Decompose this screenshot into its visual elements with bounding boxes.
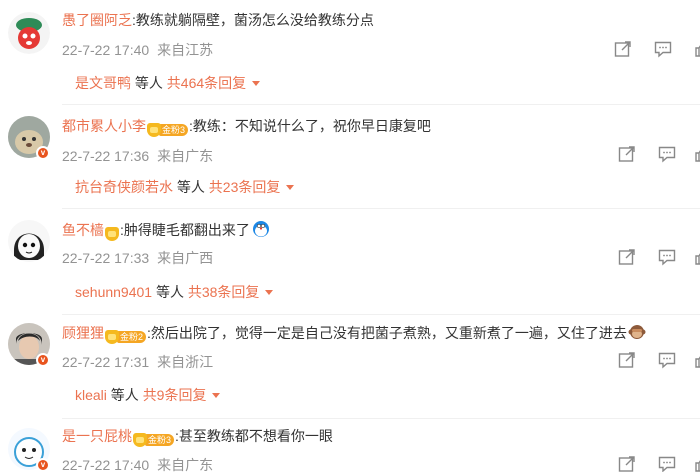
comment-text: :教练：不知说什么了，祝你早日康复吧 — [189, 118, 431, 134]
avatar[interactable] — [8, 12, 50, 54]
comment-text: :肿得睫毛都翻出来了 — [120, 222, 250, 238]
reply-summary[interactable]: sehunn9401 等人 共38条回复 — [75, 282, 274, 302]
reply-etc: 等人 — [106, 387, 143, 403]
comment-content: 鱼不樯 :肿得睫毛都翻出来了 — [62, 220, 270, 243]
reply-username[interactable]: kleali — [75, 387, 107, 403]
like-icon[interactable] — [694, 145, 700, 163]
comment-actions — [614, 455, 700, 472]
fan-badge: 金粉3 — [147, 119, 189, 139]
reply-count[interactable]: 共9条回复 — [143, 387, 207, 403]
comment-content: 愚了圈阿乏:教练就躺隔壁，菌汤怎么没给教练分点 — [62, 10, 374, 30]
comment-item: v 是一只屁桃 金粉3:甚至教练都不想看你一眼 22-7-22 17:40 来自广… — [0, 424, 700, 472]
comment-item: v 顾狸狸 金粉2:然后出院了，觉得一定是自己没有把菌子煮熟，又重新煮了一遍，又住… — [0, 320, 700, 424]
comment-username[interactable]: 是一只屁桃 — [62, 428, 132, 444]
comment-actions — [614, 145, 700, 165]
fan-badge: 金粉2 — [105, 326, 147, 346]
divider — [62, 418, 700, 419]
comment-meta: 22-7-22 17:36 来自广东 — [62, 146, 213, 166]
divider — [62, 104, 700, 105]
comment-location: 来自广东 — [157, 457, 214, 472]
comment-content: 都市累人小李 金粉3:教练：不知说什么了，祝你早日康复吧 — [62, 116, 431, 139]
divider — [62, 208, 700, 209]
verified-badge-icon: v — [36, 458, 50, 472]
chevron-down-icon[interactable] — [212, 393, 221, 398]
comment-location: 来自江苏 — [157, 42, 214, 58]
comment-meta: 22-7-22 17:33 来自广西 — [62, 248, 213, 268]
verified-badge-icon: v — [36, 146, 50, 160]
comment-item: 鱼不樯 :肿得睫毛都翻出来了 22-7-22 17:33 来自广西 sehunn9… — [0, 216, 700, 320]
fan-level: 金粉3 — [159, 124, 189, 137]
doraemon-emoji-icon — [252, 221, 269, 237]
share-icon[interactable] — [618, 351, 636, 369]
reply-count[interactable]: 共464条回复 — [167, 75, 246, 91]
chevron-down-icon[interactable] — [252, 81, 261, 86]
reply-count[interactable]: 共38条回复 — [188, 284, 260, 300]
comment-item: v 都市累人小李 金粉3:教练：不知说什么了，祝你早日康复吧 22-7-22 17… — [0, 108, 700, 216]
comment-content: 顾狸狸 金粉2:然后出院了，觉得一定是自己没有把菌子煮熟，又重新煮了一遍，又住了进… — [62, 323, 646, 346]
comment-text: :甚至教练都不想看你一眼 — [175, 428, 333, 444]
comment-location: 来自广西 — [157, 250, 214, 266]
reply-etc: 等人 — [152, 284, 188, 300]
comment-username[interactable]: 愚了圈阿乏 — [62, 12, 132, 28]
comment-time: 22-7-22 17:33 — [62, 250, 150, 266]
like-icon[interactable] — [694, 455, 700, 472]
divider — [62, 314, 700, 315]
comment-meta: 22-7-22 17:40 来自江苏 — [62, 40, 213, 60]
comment-actions — [614, 40, 700, 60]
chevron-down-icon[interactable] — [265, 290, 274, 295]
fan-badge: 金粉3 — [133, 429, 175, 449]
like-icon[interactable] — [694, 40, 700, 58]
comment-time: 22-7-22 17:40 — [62, 457, 150, 472]
comment-icon[interactable] — [658, 351, 676, 369]
fan-badge — [105, 223, 119, 243]
reply-username[interactable]: 抗台奇侠颜若水 — [75, 179, 173, 195]
comment-username[interactable]: 鱼不樯 — [62, 222, 104, 238]
comment-location: 来自广东 — [157, 148, 214, 164]
share-icon[interactable] — [618, 248, 636, 266]
comment-actions — [614, 248, 700, 268]
comment-icon[interactable] — [658, 455, 676, 472]
monkey-emoji-icon — [628, 325, 646, 339]
comment-actions — [614, 351, 700, 371]
comment-meta: 22-7-22 17:40 来自广东 — [62, 455, 213, 472]
comment-time: 22-7-22 17:40 — [62, 42, 150, 58]
chevron-down-icon[interactable] — [286, 185, 295, 190]
like-icon[interactable] — [694, 248, 700, 266]
reply-summary[interactable]: 抗台奇侠颜若水 等人 共23条回复 — [75, 177, 295, 197]
comment-username[interactable]: 顾狸狸 — [62, 325, 104, 341]
comment-time: 22-7-22 17:36 — [62, 148, 150, 164]
reply-etc: 等人 — [173, 179, 209, 195]
avatar[interactable] — [8, 220, 50, 262]
reply-count[interactable]: 共23条回复 — [209, 179, 281, 195]
fan-level: 金粉3 — [145, 434, 175, 447]
comment-icon[interactable] — [658, 145, 676, 163]
reply-etc: 等人 — [131, 75, 167, 91]
comment-time: 22-7-22 17:31 — [62, 354, 150, 370]
comment-item: 愚了圈阿乏:教练就躺隔壁，菌汤怎么没给教练分点 22-7-22 17:40 来自… — [0, 0, 700, 108]
comment-content: 是一只屁桃 金粉3:甚至教练都不想看你一眼 — [62, 426, 333, 449]
share-icon[interactable] — [614, 40, 632, 58]
like-icon[interactable] — [694, 351, 700, 369]
comment-location: 来自浙江 — [157, 354, 214, 370]
share-icon[interactable] — [618, 145, 636, 163]
reply-summary[interactable]: kleali 等人 共9条回复 — [75, 385, 221, 405]
comment-text: :然后出院了，觉得一定是自己没有把菌子煮熟，又重新煮了一遍，又住了进去 — [147, 325, 627, 341]
comment-meta: 22-7-22 17:31 来自浙江 — [62, 352, 213, 372]
reply-summary[interactable]: 是文哥鸭 等人 共464条回复 — [75, 73, 261, 93]
comment-username[interactable]: 都市累人小李 — [62, 118, 146, 134]
reply-username[interactable]: sehunn9401 — [75, 284, 152, 300]
comment-icon[interactable] — [658, 248, 676, 266]
reply-username[interactable]: 是文哥鸭 — [75, 75, 131, 91]
verified-badge-icon: v — [36, 353, 50, 367]
comment-text: :教练就躺隔壁，菌汤怎么没给教练分点 — [132, 12, 374, 28]
comment-icon[interactable] — [654, 40, 672, 58]
fan-level: 金粉2 — [117, 331, 147, 344]
share-icon[interactable] — [618, 455, 636, 472]
fan-heart-icon — [105, 227, 119, 242]
